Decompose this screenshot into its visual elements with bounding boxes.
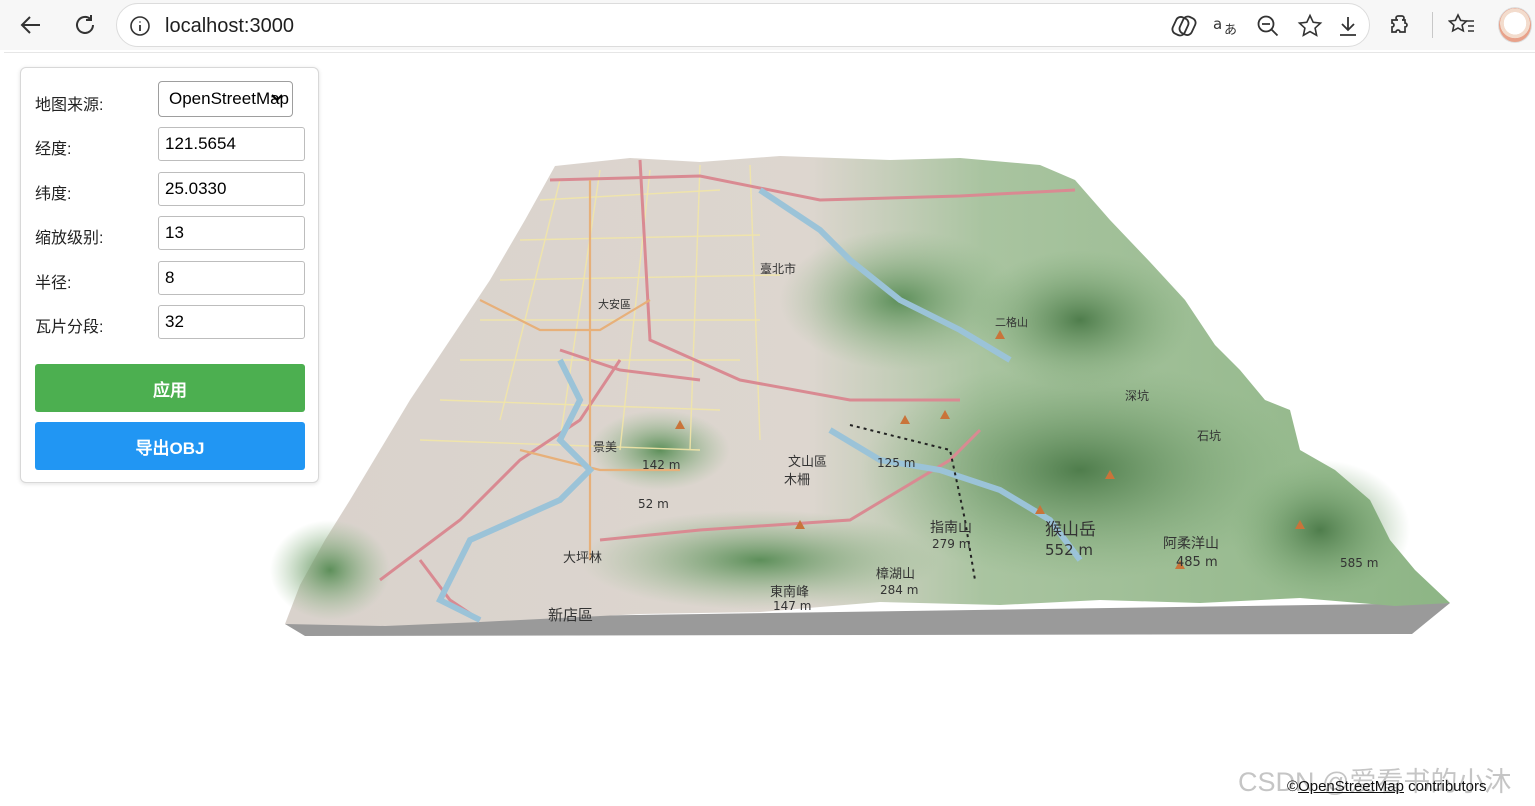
zoom-row: 缩放级别: 13 — [35, 216, 305, 250]
radius-input[interactable]: 8 — [158, 261, 305, 295]
map-height: 279 m — [932, 537, 970, 551]
map-source-label: 地图来源: — [35, 97, 104, 114]
radius-row: 半径: 8 — [35, 261, 305, 295]
map-label: 景美 — [593, 440, 617, 454]
attribution-prefix: © — [1287, 778, 1299, 795]
map-source-select[interactable]: OpenStreetMap — [158, 81, 293, 117]
map-label: 大安區 — [598, 297, 631, 311]
map-height: 284 m — [880, 583, 918, 597]
map-label: 指南山 — [930, 520, 972, 536]
map-height: 485 m — [1176, 555, 1218, 570]
segments-input[interactable]: 32 — [158, 305, 305, 339]
map-label: 猴山岳 — [1045, 520, 1096, 540]
latitude-row: 纬度: 25.0330 — [35, 172, 305, 206]
segments-label: 瓦片分段: — [35, 319, 104, 336]
longitude-input[interactable]: 121.5654 — [158, 127, 305, 161]
map-label: 臺北市 — [760, 261, 796, 276]
osm-link[interactable]: OpenStreetMap — [1298, 778, 1404, 795]
latitude-label: 纬度: — [35, 186, 72, 203]
map-height: 142 m — [642, 458, 680, 472]
map-label: 大坪林 — [563, 551, 602, 566]
apply-button[interactable]: 应用 — [35, 364, 305, 412]
map-label: 新店區 — [548, 606, 593, 624]
map-label: 東南峰 — [770, 584, 809, 600]
map-height: 52 m — [638, 497, 669, 511]
chevron-down-icon — [271, 94, 283, 102]
mountain-shade — [270, 520, 390, 620]
map-label: 文山區 — [788, 455, 827, 470]
map-label: 木柵 — [784, 473, 810, 488]
map-label: 樟湖山 — [876, 567, 915, 582]
export-obj-button[interactable]: 导出OBJ — [35, 422, 305, 470]
map-label: 二格山 — [995, 315, 1028, 329]
map-source-row: 地图来源: OpenStreetMap — [35, 81, 305, 117]
control-panel: 地图来源: OpenStreetMap 经度: 121.5654 纬度: 25.… — [20, 67, 319, 483]
zoom-input[interactable]: 13 — [158, 216, 305, 250]
map-attribution: ©OpenStreetMap contributors — [1287, 778, 1487, 795]
segments-row: 瓦片分段: 32 — [35, 305, 305, 339]
longitude-label: 经度: — [35, 141, 72, 158]
map-height: 147 m — [773, 599, 811, 613]
longitude-row: 经度: 121.5654 — [35, 127, 305, 161]
map-label: 深坑 — [1125, 388, 1149, 403]
map-height: 585 m — [1340, 556, 1378, 570]
latitude-input[interactable]: 25.0330 — [158, 172, 305, 206]
mountain-shade — [1230, 460, 1410, 600]
map-height: 125 m — [877, 456, 915, 470]
map-label: 阿柔洋山 — [1163, 536, 1219, 552]
map-height: 552 m — [1045, 541, 1093, 559]
map-label: 石坑 — [1197, 428, 1221, 443]
attribution-suffix: contributors — [1403, 778, 1487, 795]
zoom-label: 缩放级别: — [35, 230, 104, 247]
radius-label: 半径: — [35, 275, 72, 292]
